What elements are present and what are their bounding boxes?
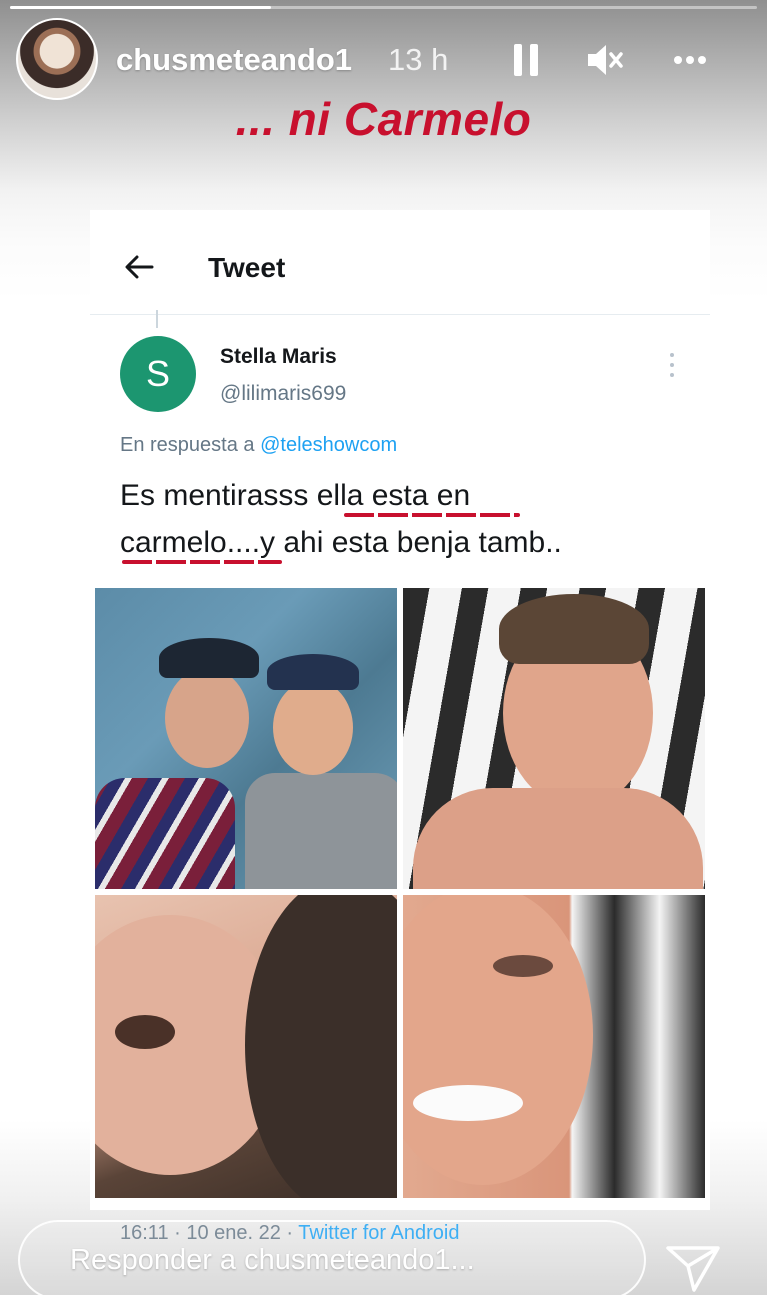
tweet-reply-context: En respuesta a @teleshowcom: [120, 434, 397, 457]
more-icon[interactable]: [670, 40, 710, 80]
red-underline-2: [122, 560, 282, 564]
tweet-topbar: Tweet: [90, 210, 710, 315]
tweet-photo-1: [95, 588, 397, 889]
tweet-author-name: Stella Maris: [220, 345, 337, 368]
tweet-photo-grid: [95, 588, 705, 1198]
story-author-avatar[interactable]: [16, 18, 98, 100]
tweet-photo-3: [95, 895, 397, 1198]
red-underline-1: [344, 513, 520, 517]
tweet-more-icon: [670, 353, 674, 377]
thread-connector: [156, 310, 158, 328]
reply-prefix: En respuesta a: [120, 434, 261, 456]
story-progress-fill: [10, 6, 272, 9]
reply-mention: @teleshowcom: [260, 434, 398, 456]
tweet-screen-title: Tweet: [208, 252, 286, 283]
story-username[interactable]: chusmeteando1: [116, 42, 352, 78]
tweet-text: Es mentirasss ella esta en carmelo....y …: [120, 472, 700, 566]
story-time-ago: 13 h: [388, 42, 449, 77]
tweet-screenshot: Tweet S Stella Maris @lilimaris699 En re…: [90, 210, 710, 1244]
instagram-story: chusmeteando1 13 h ... ni Carmelo Tweet …: [0, 0, 767, 1295]
reply-placeholder: Responder a chusmeteando1...: [70, 1244, 475, 1276]
story-header: chusmeteando1 13 h: [0, 14, 767, 104]
back-arrow-icon: [125, 255, 154, 279]
tweet-photo-4: [403, 895, 705, 1198]
tweet-author-avatar: S: [120, 336, 196, 412]
tweet-photo-2: [403, 588, 705, 889]
mute-icon[interactable]: [584, 40, 624, 80]
pause-icon[interactable]: [506, 40, 546, 80]
tweet-text-line-2: carmelo....y ahi esta benja tamb..: [120, 526, 562, 559]
tweet-author-handle: @lilimaris699: [220, 382, 347, 405]
send-icon[interactable]: [664, 1242, 722, 1294]
story-caption: ... ni Carmelo: [235, 93, 532, 145]
tweet-text-line-1: Es mentirasss ella esta en: [120, 479, 471, 512]
story-progress-bar: [10, 6, 757, 9]
story-reply-input[interactable]: Responder a chusmeteando1...: [18, 1220, 646, 1295]
